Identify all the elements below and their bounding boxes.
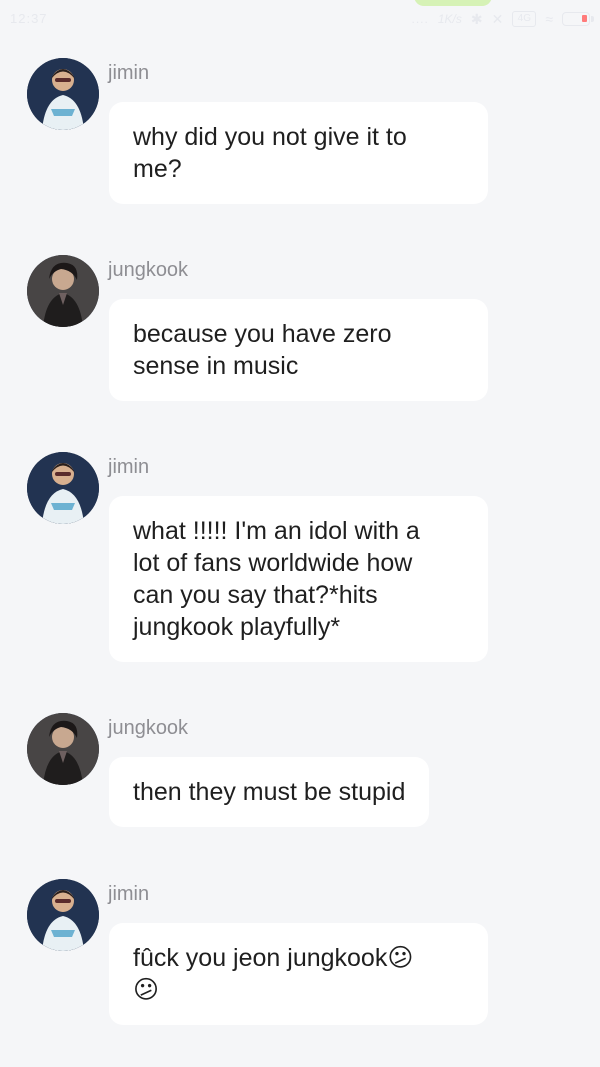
message-bubble: what !!!!! I'm an idol with a lot of fan… — [109, 496, 488, 662]
username: jungkook — [108, 717, 189, 739]
username: jungkook — [108, 259, 189, 281]
message-bubble: then they must be stupid — [109, 757, 430, 827]
username: jimin — [108, 62, 150, 84]
avatar-jimin[interactable] — [27, 58, 99, 130]
message-bubble: because you have zero sense in music — [109, 299, 488, 401]
avatar-jungkook[interactable] — [27, 713, 99, 785]
message-bubble: why did you not give it to me? — [109, 102, 488, 204]
avatar-jimin[interactable] — [27, 879, 99, 951]
username: jimin — [108, 883, 150, 905]
avatar-jimin[interactable] — [27, 452, 99, 524]
chat-thread: jimin why did you not give it to me? jun… — [0, 0, 600, 1067]
avatar-jungkook[interactable] — [27, 255, 99, 327]
message-bubble: fûck you jeon jungkook😕 😕 — [109, 923, 488, 1025]
username: jimin — [108, 456, 150, 478]
